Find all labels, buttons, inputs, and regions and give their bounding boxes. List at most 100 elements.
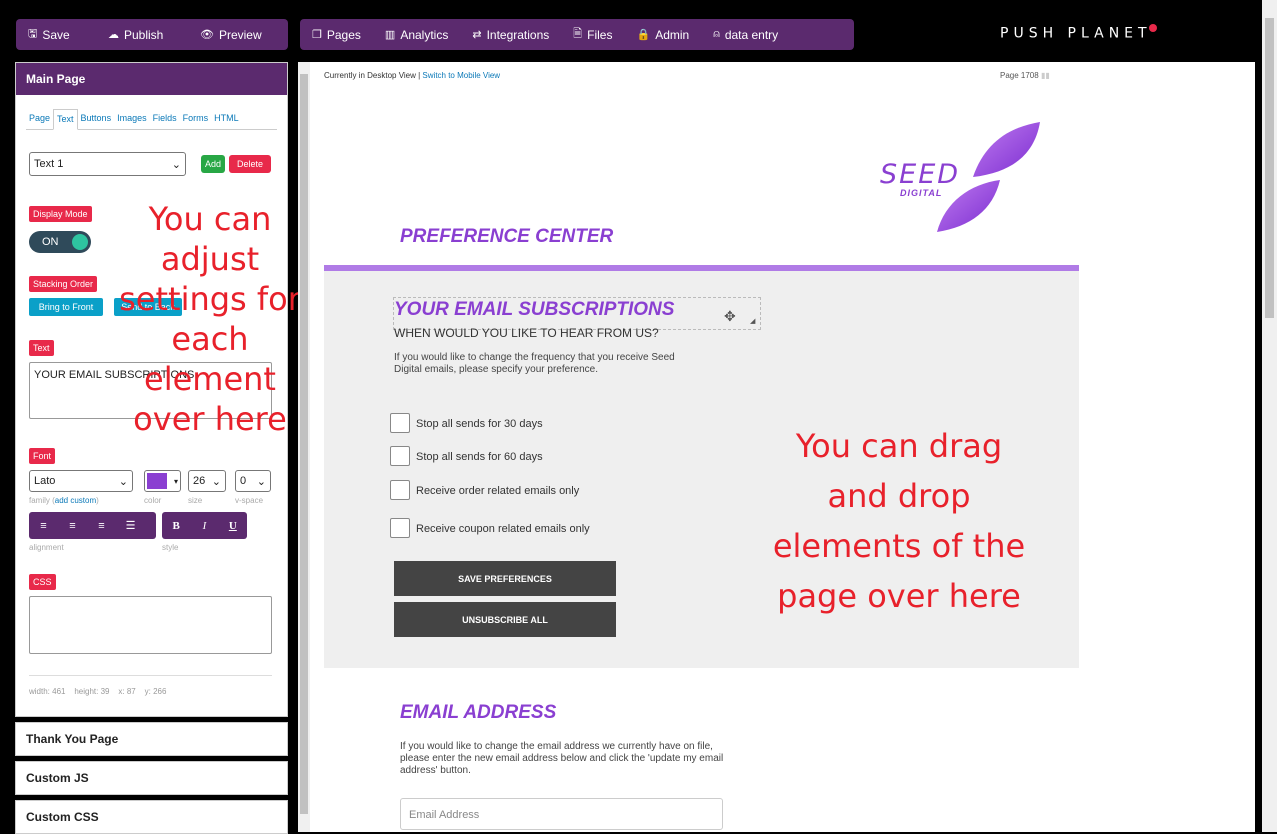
subscriptions-description[interactable]: If you would like to change the frequenc…	[394, 352, 694, 376]
nav-group: ❐ Pages ▥ Analytics ⇄ Integrations 🗎 Files 🔒…	[300, 19, 854, 50]
add-button[interactable]: Add	[201, 155, 225, 173]
scrollbar-thumb[interactable]	[300, 74, 308, 814]
tab-html[interactable]: HTML	[211, 109, 242, 129]
font-family-select[interactable]: Lato ⌄	[29, 470, 133, 492]
files-icon: 🗎	[573, 28, 583, 40]
color-caption: color	[144, 496, 162, 505]
vspace-select[interactable]: 0 ⌄	[235, 470, 271, 492]
subscriptions-subtitle[interactable]: WHEN WOULD YOU LIKE TO HEAR FROM US?	[394, 326, 659, 340]
alignment-group: ≡ ≡ ≡ ☰	[29, 512, 156, 539]
resize-handle-icon[interactable]: ◢	[750, 317, 755, 325]
display-mode-toggle[interactable]: ON	[29, 231, 91, 253]
pages-button[interactable]: ❐ Pages	[300, 19, 373, 50]
integrations-icon: ⇄	[472, 29, 482, 41]
family-caption: family (add custom)	[29, 496, 99, 505]
integrations-button[interactable]: ⇄ Integrations	[460, 19, 561, 50]
tab-forms[interactable]: Forms	[180, 109, 212, 129]
vspace-caption: v-space	[235, 496, 264, 505]
admin-button[interactable]: 🔒 Admin	[624, 19, 701, 50]
top-toolbar: 🖫 Save ☁ Publish 👁 Preview ❐ Pages ▥ Analytic…	[0, 0, 1277, 60]
analytics-button[interactable]: ▥ Analytics	[373, 19, 460, 50]
color-swatch	[147, 473, 167, 489]
analytics-icon: ▥	[384, 29, 396, 41]
brand-logo: PUSH PLANET	[1000, 24, 1157, 42]
main-page-header[interactable]: Main Page	[16, 63, 287, 95]
save-icon: 🖫	[28, 28, 38, 40]
email-address-input[interactable]: Email Address	[400, 798, 723, 830]
add-custom-font-link[interactable]: add custom	[55, 496, 96, 505]
bring-to-front-button[interactable]: Bring to Front	[29, 298, 103, 316]
tab-images[interactable]: Images	[114, 109, 150, 129]
save-button[interactable]: 🖫 Save	[16, 19, 96, 50]
save-preferences-button[interactable]: SAVE PREFERENCES	[394, 561, 616, 596]
seed-digital-logo[interactable]: SEED DIGITAL	[875, 122, 1045, 237]
page-number: Page 1708 ▮▮	[1000, 71, 1050, 80]
align-left-icon[interactable]: ≡	[29, 520, 58, 532]
custom-css-panel[interactable]: Custom CSS	[15, 800, 288, 834]
move-handle-icon[interactable]: ✥	[724, 308, 736, 325]
user-icon: ⍝	[713, 28, 720, 40]
display-mode-label: Display Mode	[29, 206, 92, 222]
style-group: B I U	[162, 512, 247, 539]
underline-icon[interactable]: U	[219, 520, 247, 532]
option-checkbox-order[interactable]	[390, 480, 410, 500]
alignment-caption: alignment	[29, 543, 64, 552]
option-label-60: Stop all sends for 60 days	[416, 451, 543, 463]
user-menu-button[interactable]: ⍝ data entry	[701, 19, 790, 50]
css-input[interactable]	[29, 596, 272, 654]
switch-mobile-link[interactable]: Switch to Mobile View	[422, 71, 500, 80]
pause-icon: ▮▮	[1040, 71, 1050, 80]
scrollbar-thumb[interactable]	[1265, 18, 1274, 318]
divider	[29, 675, 272, 676]
tab-page[interactable]: Page	[26, 109, 53, 129]
publish-button[interactable]: ☁ Publish	[96, 19, 188, 50]
bold-icon[interactable]: B	[162, 520, 190, 532]
option-label-order: Receive order related emails only	[416, 485, 580, 497]
element-select[interactable]: Text 1 ⌄	[29, 152, 186, 176]
file-actions-group: 🖫 Save ☁ Publish 👁 Preview	[16, 19, 288, 50]
align-justify-icon[interactable]: ☰	[116, 519, 145, 532]
tab-buttons[interactable]: Buttons	[78, 109, 115, 129]
font-color-picker[interactable]: ▾	[144, 470, 181, 492]
caret-down-icon: ▾	[173, 476, 178, 486]
eye-icon: 👁	[200, 29, 214, 41]
text-label: Text	[29, 340, 54, 356]
size-caption: size	[188, 496, 203, 505]
preview-button[interactable]: 👁 Preview	[188, 19, 288, 50]
tab-fields[interactable]: Fields	[150, 109, 180, 129]
option-label-30: Stop all sends for 30 days	[416, 418, 543, 430]
align-center-icon[interactable]: ≡	[58, 520, 87, 532]
chevron-down-icon: ⌄	[118, 475, 128, 488]
page-canvas[interactable]: Currently in Desktop View | Switch to Mo…	[310, 62, 1255, 832]
email-address-title[interactable]: EMAIL ADDRESS	[400, 702, 556, 724]
italic-icon[interactable]: I	[190, 520, 218, 532]
css-label: CSS	[29, 574, 56, 590]
main-page-panel: Main Page Page Text Buttons Images Field…	[15, 62, 301, 717]
sidebar-scrollbar[interactable]	[298, 62, 310, 832]
tab-text[interactable]: Text	[53, 109, 78, 130]
option-checkbox-60[interactable]	[390, 446, 410, 466]
custom-js-panel[interactable]: Custom JS	[15, 761, 288, 795]
sidebar-annotation: You can adjust settings for each element…	[119, 200, 301, 438]
font-label: Font	[29, 448, 56, 464]
option-checkbox-30[interactable]	[390, 413, 410, 433]
cloud-upload-icon: ☁	[108, 29, 119, 41]
delete-button[interactable]: Delete	[229, 155, 271, 173]
brand-dot	[1148, 24, 1157, 32]
thank-you-page-panel[interactable]: Thank You Page	[15, 722, 288, 756]
subscriptions-title[interactable]: YOUR EMAIL SUBSCRIPTIONS	[394, 299, 674, 321]
option-checkbox-coupon[interactable]	[390, 518, 410, 538]
view-info: Currently in Desktop View | Switch to Mo…	[324, 71, 501, 80]
files-button[interactable]: 🗎 Files	[561, 19, 624, 50]
align-right-icon[interactable]: ≡	[87, 520, 116, 532]
email-description[interactable]: If you would like to change the email ad…	[400, 741, 730, 777]
subscriptions-section[interactable]: YOUR EMAIL SUBSCRIPTIONS ✥ ◢ WHEN WOULD …	[324, 271, 1079, 668]
preference-center-title[interactable]: PREFERENCE CENTER	[400, 226, 613, 248]
font-size-select[interactable]: 26 ⌄	[188, 470, 226, 492]
chevron-down-icon: ⌄	[171, 158, 181, 171]
unsubscribe-all-button[interactable]: UNSUBSCRIBE ALL	[394, 602, 616, 637]
toggle-knob	[72, 234, 88, 250]
pages-icon: ❐	[312, 29, 322, 41]
option-label-coupon: Receive coupon related emails only	[416, 523, 590, 535]
page-scrollbar[interactable]	[1262, 0, 1277, 832]
